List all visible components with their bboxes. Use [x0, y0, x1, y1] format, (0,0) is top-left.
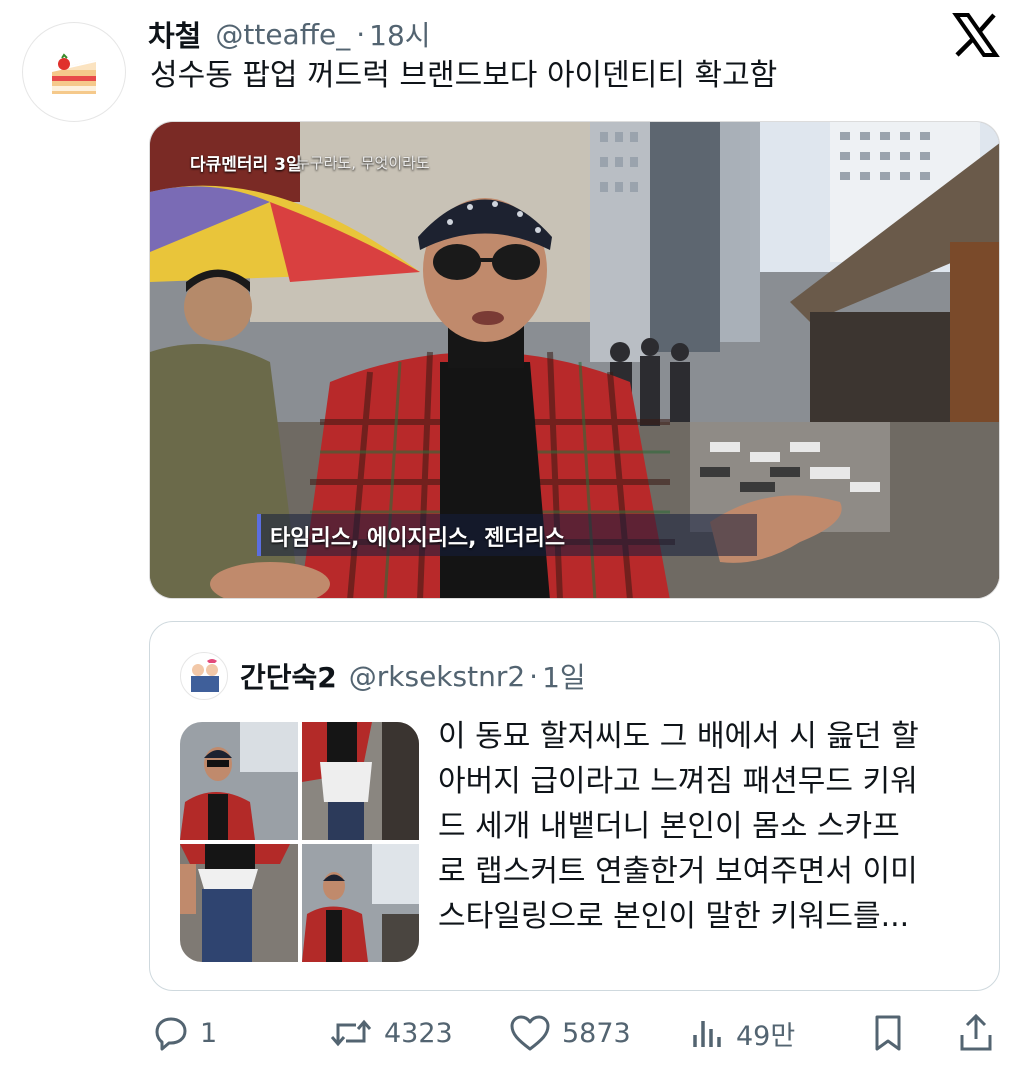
- quoted-text-line: 이 동묘 할저씨도 그 배에서 시 읊던 할: [438, 719, 919, 754]
- share-icon: [960, 1013, 992, 1051]
- quoted-author-name[interactable]: 간단숙2: [240, 656, 337, 696]
- like-count: 5873: [562, 1017, 631, 1049]
- quoted-media-grid[interactable]: [180, 722, 419, 962]
- bookmark-icon: [875, 1015, 901, 1051]
- tweet-time[interactable]: 18시: [369, 14, 430, 54]
- couple-icon: [191, 659, 219, 692]
- views-icon: [693, 1021, 721, 1047]
- retweet-count: 4323: [384, 1017, 453, 1049]
- quoted-tweet-time[interactable]: 1일: [542, 656, 586, 696]
- separator-dot: ·: [356, 17, 366, 51]
- like-button[interactable]: 5873: [508, 1013, 631, 1053]
- quoted-text-line: 아버지 급이라고 느껴짐 패션무드 키워: [438, 764, 918, 799]
- quoted-tweet-header: 간단숙2 @rksekstnr2 · 1일: [240, 656, 586, 696]
- author-name[interactable]: 차철: [148, 13, 201, 55]
- media-caption: 타임리스, 에이지리스, 젠더리스: [270, 526, 566, 551]
- quoted-author-handle[interactable]: @rksekstnr2: [349, 660, 525, 693]
- retweet-icon: [330, 1019, 372, 1047]
- action-bar: 1 4323 5873 49만: [0, 1005, 1024, 1065]
- retweet-button[interactable]: 4323: [328, 1013, 453, 1053]
- views-button[interactable]: 49만: [690, 1013, 795, 1053]
- quoted-tweet[interactable]: 간단숙2 @rksekstnr2 · 1일 이 동묘 할저씨도 그 배에서 시 …: [149, 621, 1000, 991]
- tweet-text: 성수동 팝업 꺼드럭 브랜드보다 아이덴티티 확고함: [150, 58, 778, 93]
- bookmark-button[interactable]: [868, 1013, 908, 1053]
- quoted-text-line: 로 랩스커트 연출한거 보여주면서 이미: [438, 854, 918, 889]
- author-avatar[interactable]: [22, 22, 126, 122]
- quoted-author-avatar[interactable]: [180, 652, 228, 700]
- reply-button[interactable]: 1: [150, 1013, 217, 1053]
- quoted-media-thumb[interactable]: [301, 722, 419, 840]
- share-button[interactable]: [956, 1013, 996, 1053]
- author-handle[interactable]: @tteaffe_: [215, 18, 350, 51]
- quoted-tweet-text: 이 동묘 할저씨도 그 배에서 시 읊던 할 아버지 급이라고 느껴짐 패션무드…: [438, 714, 978, 939]
- quoted-text-line: 드 세개 내뱉더니 본인이 몸소 스카프: [438, 809, 900, 844]
- media-overlay-title: 다큐멘터리 3일: [190, 155, 302, 175]
- separator-dot: ·: [529, 659, 539, 693]
- reply-icon: [155, 1017, 187, 1051]
- tweet-header: 차철 @tteaffe_ · 18시: [148, 14, 431, 54]
- tweet-media-video[interactable]: 다큐멘터리 3일 누구라도, 무엇이라도 타임리스, 에이지리스, 젠더리스: [149, 121, 1000, 599]
- quoted-media-thumb[interactable]: [301, 844, 419, 962]
- media-overlay-subtitle: 누구라도, 무엇이라도: [296, 154, 430, 172]
- quoted-media-thumb[interactable]: [180, 844, 298, 962]
- reply-count: 1: [200, 1017, 218, 1049]
- cake-icon: [52, 53, 96, 94]
- x-logo-icon[interactable]: [952, 12, 1000, 58]
- like-icon: [510, 1015, 550, 1051]
- quoted-text-line: 스타일링으로 본인이 말한 키워드를...: [438, 899, 910, 934]
- view-count: 49만: [736, 1020, 796, 1052]
- quoted-media-thumb[interactable]: [180, 722, 298, 840]
